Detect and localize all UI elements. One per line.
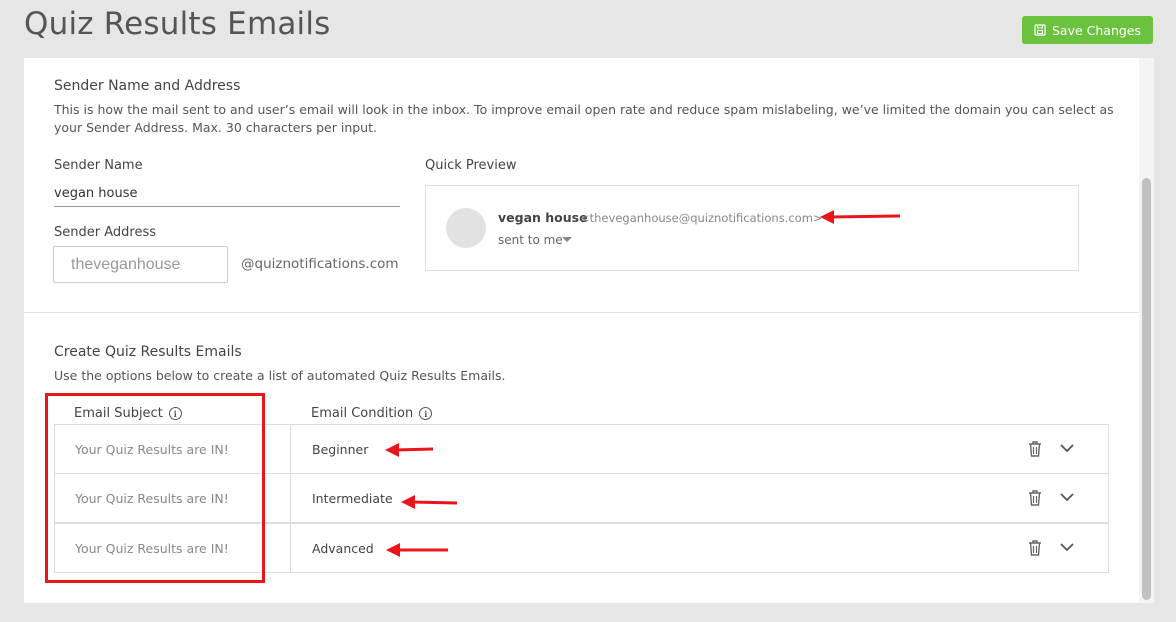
- annotation-highlight-box: [45, 393, 265, 583]
- domain-suffix: @quiznotifications.com: [241, 256, 399, 272]
- sender-name-label: Sender Name: [54, 158, 143, 173]
- chevron-down-icon[interactable]: [1059, 491, 1075, 503]
- quick-preview-box: [425, 185, 1079, 271]
- sender-name-input[interactable]: [54, 180, 400, 207]
- email-condition-header-label: Email Condition: [311, 406, 414, 421]
- trash-icon[interactable]: [1027, 489, 1043, 507]
- section-divider: [24, 312, 1139, 313]
- chevron-down-icon[interactable]: [1059, 541, 1075, 553]
- page-title: Quiz Results Emails: [24, 6, 331, 42]
- sender-address-label: Sender Address: [54, 225, 156, 240]
- annotation-arrow-icon: [401, 495, 458, 509]
- avatar: [446, 208, 486, 248]
- caret-down-icon[interactable]: [562, 237, 572, 242]
- info-icon[interactable]: i: [419, 407, 433, 420]
- annotation-arrow-icon: [386, 543, 448, 557]
- email-condition-cell[interactable]: Intermediate: [312, 474, 393, 522]
- chevron-down-icon[interactable]: [1059, 442, 1075, 454]
- save-icon: [1034, 24, 1046, 36]
- annotation-arrow-icon: [385, 443, 434, 457]
- preview-sent-to: sent to me: [498, 233, 563, 247]
- annotation-arrow-icon: [820, 210, 901, 224]
- email-condition-cell[interactable]: Beginner: [312, 425, 368, 473]
- save-changes-button[interactable]: Save Changes: [1022, 16, 1153, 44]
- emails-description: Use the options below to create a list o…: [54, 368, 506, 383]
- emails-section-title: Create Quiz Results Emails: [54, 344, 242, 360]
- email-condition-cell[interactable]: Advanced: [312, 524, 374, 572]
- sender-address-input[interactable]: [53, 246, 228, 283]
- sender-description: This is how the mail sent to and user’s …: [54, 102, 1114, 135]
- trash-icon[interactable]: [1027, 440, 1043, 458]
- preview-sender-email: <theveganhouse@quiznotifications.com>: [580, 211, 823, 225]
- quick-preview-label: Quick Preview: [425, 158, 517, 173]
- save-changes-label: Save Changes: [1051, 22, 1142, 38]
- email-condition-header: Email Condition i: [311, 406, 433, 421]
- preview-sender-name: vegan house: [498, 210, 588, 225]
- scrollbar-thumb[interactable]: [1142, 178, 1151, 600]
- sender-section-title: Sender Name and Address: [54, 78, 241, 94]
- trash-icon[interactable]: [1027, 539, 1043, 557]
